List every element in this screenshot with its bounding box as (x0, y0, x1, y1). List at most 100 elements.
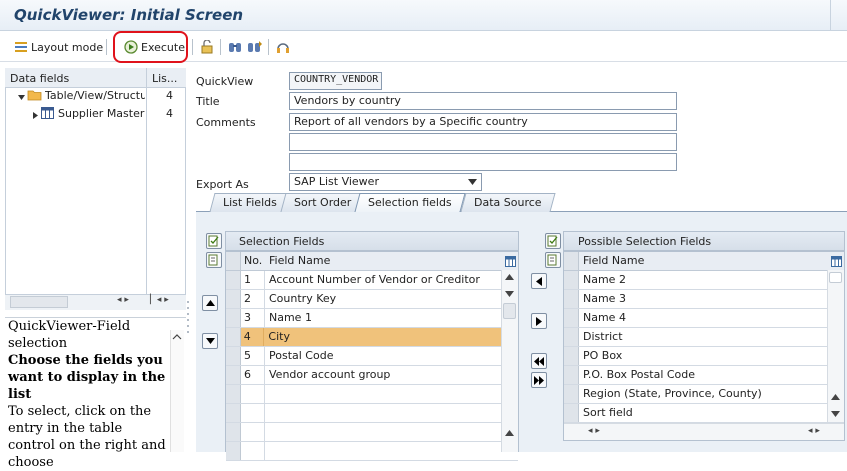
table-row[interactable]: 5 Postal Code (226, 347, 518, 366)
column-header-no[interactable]: No. (241, 252, 265, 270)
remove-field-button[interactable] (531, 313, 547, 329)
table-row[interactable]: Region (State, Province, County) (564, 385, 844, 404)
row-selector[interactable] (226, 271, 241, 289)
column-settings-icon[interactable] (503, 252, 518, 270)
empty-row[interactable] (226, 385, 518, 404)
execute-highlight-outline (113, 31, 188, 63)
row-selector-header[interactable] (564, 252, 579, 270)
data-fields-column-header[interactable]: Data fields (10, 72, 69, 85)
table-row[interactable]: Name 3 (564, 290, 844, 309)
export-as-label: Export As (196, 178, 249, 191)
toolbar-separator (192, 39, 193, 55)
table-row[interactable]: 1 Account Number of Vendor or Creditor (226, 271, 518, 290)
export-as-value: SAP List Viewer (294, 175, 379, 188)
toolbar-separator (268, 39, 269, 55)
row-selector[interactable] (226, 347, 241, 365)
tree-node-count: 4 (166, 89, 173, 102)
table-row[interactable]: District (564, 328, 844, 347)
scroll-thumb[interactable] (10, 296, 68, 308)
table-row[interactable]: P.O. Box Postal Code (564, 366, 844, 385)
row-field-name: Name 4 (583, 311, 626, 324)
deselect-all-possible-icon[interactable] (545, 252, 561, 268)
scroll-thumb[interactable] (503, 303, 516, 319)
row-field-name: City (268, 330, 290, 343)
scroll-down-icon[interactable] (505, 291, 514, 297)
export-as-dropdown[interactable]: SAP List Viewer (289, 173, 482, 191)
possible-fields-header-row: Field Name (564, 252, 844, 271)
row-selector[interactable] (226, 366, 241, 384)
list-column-header[interactable]: Lis... (152, 72, 177, 85)
select-all-possible-icon[interactable] (545, 233, 561, 249)
help-scroll-up-icon[interactable] (171, 332, 183, 342)
tree-node-table-view[interactable]: Table/View/Structur (45, 89, 145, 102)
row-field-name: P.O. Box Postal Code (583, 368, 696, 381)
table-row[interactable]: 3 Name 1 (226, 309, 518, 328)
row-number: 6 (241, 366, 265, 384)
tab-data-source[interactable]: Data Source (460, 193, 556, 212)
scroll-thumb[interactable] (829, 272, 842, 283)
row-selector-header[interactable] (226, 252, 241, 270)
hscroll-arrows-icon[interactable]: ◂ ▸ (808, 426, 820, 436)
scroll-left-arrow-icon[interactable]: ◂ ▸ (117, 295, 129, 305)
empty-row[interactable] (226, 404, 518, 423)
select-all-icon[interactable] (206, 233, 222, 249)
comments-input-line-2[interactable] (289, 133, 677, 151)
table-row[interactable]: 6 Vendor account group (226, 366, 518, 385)
quickview-label: QuickView (196, 75, 254, 88)
tree-node-supplier-master[interactable]: Supplier Master ( (58, 107, 145, 120)
chevron-down-icon[interactable] (468, 179, 477, 185)
move-up-button[interactable] (202, 295, 218, 311)
remove-all-fields-button[interactable] (531, 372, 547, 388)
find-icon[interactable] (228, 40, 242, 54)
row-selector[interactable] (226, 290, 241, 308)
add-field-button[interactable] (531, 273, 547, 289)
comments-input-line-1[interactable]: Report of all vendors by a Specific coun… (289, 113, 677, 131)
column-settings-icon[interactable] (829, 252, 844, 270)
column-header-field-name[interactable]: Field Name (579, 252, 829, 270)
row-field-name: Region (State, Province, County) (583, 387, 762, 400)
row-selector[interactable] (226, 328, 241, 346)
scroll-up-icon[interactable] (505, 430, 514, 436)
row-field-name: Account Number of Vendor or Creditor (269, 273, 480, 286)
scroll-up-icon[interactable] (831, 394, 840, 400)
tree-collapse-icon[interactable] (32, 109, 38, 122)
variant-icon[interactable] (200, 40, 214, 54)
row-field-name: Name 2 (583, 273, 626, 286)
row-field-name: Name 1 (269, 311, 312, 324)
settings-icon[interactable] (276, 40, 290, 54)
tree-expand-icon[interactable] (18, 91, 25, 104)
quickview-field: COUNTRY_VENDOR (289, 72, 382, 90)
title-divider (830, 0, 831, 31)
triangle-down-icon (205, 338, 215, 344)
table-row[interactable]: PO Box (564, 347, 844, 366)
table-row[interactable]: Sort field (564, 404, 844, 423)
row-selector[interactable] (226, 309, 241, 327)
scroll-down-icon[interactable] (831, 411, 840, 417)
scroll-right-arrow-icon[interactable]: ▏◂ ▸ (150, 295, 169, 305)
table-row[interactable]: 2 Country Key (226, 290, 518, 309)
add-all-fields-button[interactable] (531, 353, 547, 369)
tab-list-fields[interactable]: List Fields (209, 193, 291, 212)
move-down-button[interactable] (202, 333, 218, 349)
splitter-handle[interactable] (186, 300, 190, 370)
column-header-field-name[interactable]: Field Name (265, 252, 503, 270)
possible-fields-hscrollbar[interactable] (564, 423, 844, 440)
find-next-icon[interactable] (247, 40, 263, 54)
tab-selection-fields[interactable]: Selection fields (354, 193, 466, 212)
hscroll-arrows-icon[interactable]: ◂ ▸ (588, 426, 600, 436)
table-icon (41, 107, 54, 119)
table-row-selected[interactable]: 4 City (226, 328, 518, 347)
scroll-up-icon[interactable] (505, 274, 514, 280)
comments-input-line-3[interactable] (289, 153, 677, 171)
help-scrollbar[interactable] (170, 330, 184, 452)
deselect-all-icon[interactable] (206, 252, 222, 268)
row-field-name: Vendor account group (269, 368, 391, 381)
table-row[interactable]: Name 4 (564, 309, 844, 328)
layout-mode-button[interactable]: Layout mode (14, 36, 103, 58)
selection-fields-scrollbar[interactable] (501, 270, 518, 452)
folder-icon (27, 90, 42, 101)
tab-sort-order[interactable]: Sort Order (280, 193, 365, 212)
table-row[interactable]: Name 2 (564, 271, 844, 290)
title-input[interactable]: Vendors by country (289, 92, 677, 110)
empty-row[interactable] (226, 423, 518, 442)
